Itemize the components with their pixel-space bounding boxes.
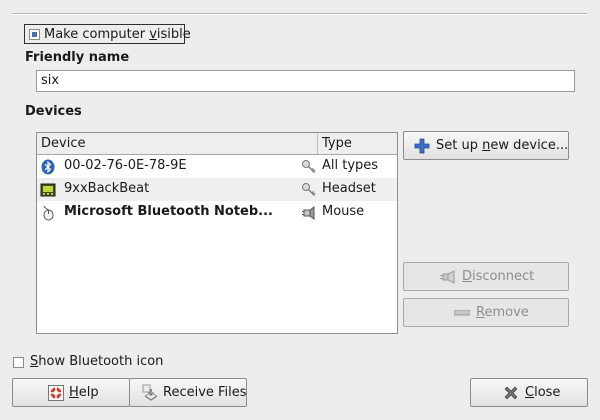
plug-connected-icon	[302, 206, 315, 220]
disconnect-label: Disconnect	[462, 269, 535, 284]
column-header-device[interactable]: Device	[37, 133, 318, 154]
show-bluetooth-icon-label[interactable]: Show Bluetooth icon	[30, 354, 163, 369]
mouse-icon	[43, 205, 54, 221]
receive-files-label: Receive Files	[163, 385, 247, 400]
remove-label: Remove	[476, 305, 529, 320]
make-visible-checkbox[interactable]: Make computer visible	[24, 24, 191, 44]
device-row[interactable]: 00-02-76-0E-78-9E All types	[37, 155, 397, 178]
help-button[interactable]: Help	[12, 378, 130, 407]
bluetooth-icon	[41, 159, 55, 175]
key-icon	[302, 160, 316, 173]
devices-list[interactable]: Device Type 00-02-76-0E-78-9E All types	[36, 132, 398, 334]
plus-icon	[414, 138, 430, 154]
friendly-name-input[interactable]: six	[36, 70, 575, 92]
help-label: Help	[69, 385, 99, 400]
make-visible-label: Make computer visible	[44, 27, 191, 42]
close-label: Close	[525, 385, 561, 400]
devices-heading: Devices	[25, 104, 82, 119]
make-visible-check-indicator[interactable]	[29, 29, 40, 40]
plug-icon	[440, 270, 455, 284]
device-name: 00-02-76-0E-78-9E	[64, 158, 187, 173]
device-row[interactable]: Microsoft Bluetooth Noteb... Mouse	[37, 201, 397, 224]
setup-new-device-label: Set up new device...	[436, 138, 569, 153]
device-name: 9xxBackBeat	[64, 181, 150, 196]
minus-icon	[454, 310, 470, 316]
device-type: Mouse	[322, 204, 365, 219]
headset-icon	[40, 183, 56, 197]
show-bluetooth-icon-checkbox[interactable]	[13, 357, 24, 368]
close-button[interactable]: Close	[470, 378, 588, 407]
help-lifebuoy-icon	[48, 385, 64, 401]
close-x-icon	[504, 386, 518, 400]
device-row[interactable]: 9xxBackBeat Headset	[37, 178, 397, 201]
receive-files-icon	[142, 384, 158, 401]
device-name: Microsoft Bluetooth Noteb...	[64, 204, 273, 219]
column-header-type[interactable]: Type	[318, 133, 397, 154]
top-separator	[12, 13, 587, 15]
device-type: Headset	[322, 181, 376, 196]
devices-list-header: Device Type	[37, 133, 397, 155]
setup-new-device-button[interactable]: Set up new device...	[403, 131, 569, 160]
key-icon	[302, 183, 316, 196]
disconnect-button[interactable]: Disconnect	[403, 262, 569, 291]
device-type: All types	[322, 158, 379, 173]
receive-files-button[interactable]: Receive Files	[129, 378, 247, 407]
remove-button[interactable]: Remove	[403, 298, 569, 327]
bluetooth-preferences-window: Make computer visible Friendly name six …	[0, 0, 600, 420]
friendly-name-heading: Friendly name	[25, 50, 130, 65]
